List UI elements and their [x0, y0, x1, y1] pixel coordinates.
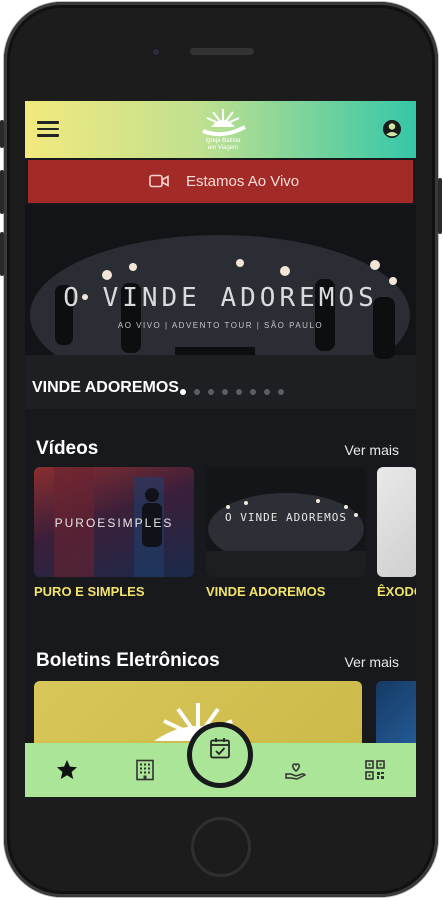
logo-mark-icon	[202, 109, 246, 137]
earpiece-speaker	[190, 48, 254, 55]
donate-hand-icon[interactable]	[284, 758, 308, 782]
logo-text-line2: em Viagem	[207, 144, 239, 151]
hamburger-menu-icon[interactable]	[37, 121, 59, 137]
carousel-dot[interactable]	[250, 389, 256, 395]
carousel-dot[interactable]	[180, 389, 186, 395]
videos-section-title: Vídeos	[36, 438, 99, 459]
video-card-vinde-adoremos[interactable]: O VINDE ADOREMOS	[206, 467, 366, 577]
hero-carousel[interactable]: O VINDE ADOREMOS AO VIVO | ADVENTO TOUR …	[25, 205, 416, 409]
star-icon[interactable]	[55, 758, 79, 782]
qr-code-icon[interactable]	[363, 758, 387, 782]
video-card-exodo[interactable]	[377, 467, 416, 577]
carousel-dot[interactable]	[278, 389, 284, 395]
profile-icon[interactable]	[382, 119, 402, 139]
carousel-dot[interactable]	[236, 389, 242, 395]
video-card-puro-e-simples[interactable]: PUROESIMPLES	[34, 467, 194, 577]
hero-caption: VINDE ADOREMOS	[32, 379, 179, 396]
video-thumb-title: PUROESIMPLES	[54, 516, 174, 530]
live-now-label: Estamos Ao Vivo	[186, 173, 300, 190]
video-thumb-title: O VINDE ADOREMOS	[225, 511, 347, 524]
home-button[interactable]	[191, 817, 251, 877]
video-camera-icon	[149, 174, 169, 188]
video-card-label[interactable]: VINDE ADOREMOS	[206, 584, 325, 599]
power-button	[438, 178, 442, 234]
video-card-label[interactable]: ÊXODO	[377, 584, 416, 599]
live-now-banner[interactable]: Estamos Ao Vivo	[28, 160, 413, 203]
carousel-dot[interactable]	[222, 389, 228, 395]
front-camera	[150, 46, 162, 58]
carousel-dot[interactable]	[264, 389, 270, 395]
calendar-check-icon	[210, 738, 230, 759]
building-icon[interactable]	[133, 758, 157, 782]
carousel-indicators	[180, 389, 284, 395]
videos-see-more-link[interactable]: Ver mais	[345, 442, 399, 458]
video-card-label[interactable]: PURO E SIMPLES	[34, 584, 145, 599]
silent-switch	[0, 120, 4, 148]
church-logo: Igreja Batista em Viagem	[193, 105, 253, 153]
carousel-dot[interactable]	[208, 389, 214, 395]
bulletins-section-title: Boletins Eletrônicos	[36, 650, 220, 671]
volume-down-button	[0, 232, 4, 276]
volume-up-button	[0, 170, 4, 214]
hero-artwork-title: O VINDE ADOREMOS	[63, 283, 378, 313]
carousel-dot[interactable]	[194, 389, 200, 395]
app-screen: Igreja Batista em Viagem Estamos Ao Vivo	[25, 101, 416, 797]
hero-artwork-subtitle: AO VIVO | ADVENTO TOUR | SÃO PAULO	[117, 321, 324, 330]
logo-text: Igreja Batista em Viagem	[193, 138, 253, 151]
bulletins-see-more-link[interactable]: Ver mais	[345, 654, 399, 670]
top-app-bar: Igreja Batista em Viagem	[25, 101, 416, 158]
center-schedule-button[interactable]	[192, 727, 248, 783]
